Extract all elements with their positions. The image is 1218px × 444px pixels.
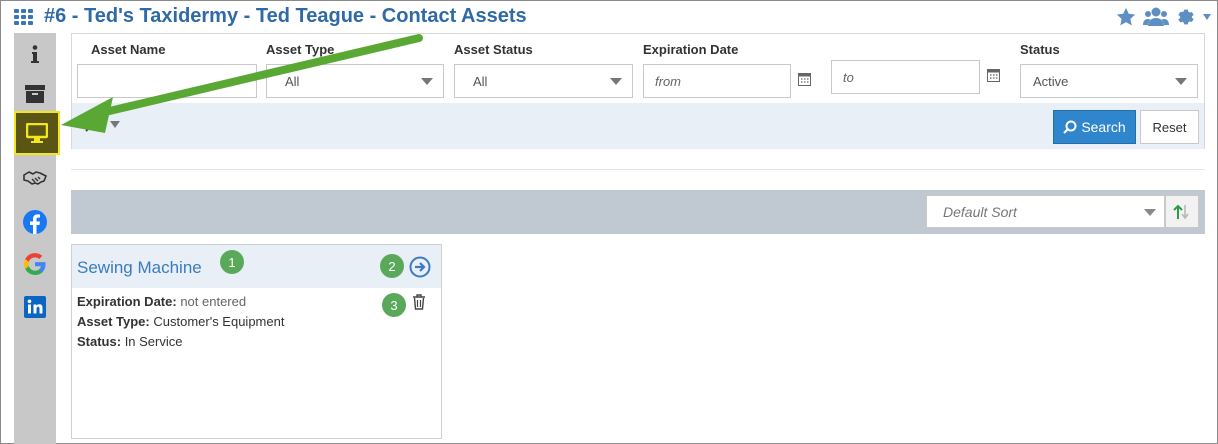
rail-item-assets[interactable] xyxy=(14,111,60,155)
asset-name-input[interactable] xyxy=(77,64,257,98)
asset-card: Sewing Machine 1 2 3 Expiration Date: no… xyxy=(71,244,442,439)
handshake-icon xyxy=(23,171,47,185)
star-icon[interactable] xyxy=(1115,6,1137,28)
tools-gear-icon xyxy=(85,117,103,132)
detail-asset-type: Asset Type: Customer's Equipment xyxy=(77,312,284,332)
detail-label: Asset Type: xyxy=(77,314,150,329)
facebook-icon xyxy=(23,210,47,234)
users-icon[interactable] xyxy=(1143,6,1169,28)
linkedin-icon xyxy=(24,296,46,318)
google-icon xyxy=(24,253,46,275)
detail-status: Status: In Service xyxy=(77,332,284,352)
asset-card-details: Expiration Date: not entered Asset Type:… xyxy=(77,292,284,352)
asset-name-label: Asset Name xyxy=(91,42,166,57)
header-actions xyxy=(1115,6,1211,28)
calendar-icon[interactable] xyxy=(987,68,1000,82)
callout-badge-1: 1 xyxy=(220,250,244,274)
asset-type-select[interactable]: All xyxy=(266,64,444,98)
asset-status-select[interactable]: All xyxy=(454,64,633,98)
callout-badge-3: 3 xyxy=(382,293,406,317)
detail-label: Expiration Date: xyxy=(77,294,177,309)
status-select[interactable]: Active xyxy=(1020,64,1198,98)
caret-down-icon xyxy=(110,120,120,128)
asset-card-header: Sewing Machine 1 2 xyxy=(72,245,441,288)
gear-icon[interactable] xyxy=(1175,6,1197,28)
status-label: Status xyxy=(1020,42,1060,57)
column-settings-menu[interactable] xyxy=(84,115,120,133)
rail-item-google[interactable] xyxy=(14,243,56,285)
trash-icon[interactable] xyxy=(412,294,426,310)
sort-bar: Default Sort xyxy=(71,190,1205,234)
reset-button[interactable]: Reset xyxy=(1140,110,1199,144)
search-button[interactable]: Search xyxy=(1053,110,1136,144)
sort-select[interactable]: Default Sort xyxy=(926,195,1165,228)
expiration-from-input[interactable]: from xyxy=(643,64,791,98)
left-rail xyxy=(14,33,60,444)
filter-panel: Asset Name Asset Type All Asset Status A… xyxy=(71,33,1205,149)
asset-type-label: Asset Type xyxy=(266,42,335,57)
divider xyxy=(71,169,1205,170)
rail-item-archive[interactable] xyxy=(14,73,56,115)
detail-value: In Service xyxy=(124,334,183,349)
open-arrow-icon[interactable] xyxy=(409,256,431,278)
expiration-to-input[interactable]: to xyxy=(831,60,980,94)
callout-badge-2: 2 xyxy=(380,254,404,278)
asset-card-title[interactable]: Sewing Machine xyxy=(77,258,202,278)
rail-item-info[interactable] xyxy=(14,33,56,75)
info-icon xyxy=(31,45,39,63)
detail-label: Status: xyxy=(77,334,122,349)
rail-item-linkedin[interactable] xyxy=(14,286,56,328)
asset-status-label: Asset Status xyxy=(454,42,533,57)
expiration-date-label: Expiration Date xyxy=(643,42,739,57)
search-icon xyxy=(1063,120,1077,134)
filter-action-bar: Search Reset xyxy=(72,103,1204,149)
apps-grid-icon[interactable] xyxy=(14,9,34,25)
search-button-label: Search xyxy=(1081,119,1126,135)
rail-item-facebook[interactable] xyxy=(14,201,56,243)
sort-direction-button[interactable] xyxy=(1165,195,1199,228)
page-title: #6 - Ted's Taxidermy - Ted Teague - Cont… xyxy=(44,5,527,27)
monitor-icon xyxy=(26,123,48,143)
detail-value: Customer's Equipment xyxy=(153,314,285,329)
title-bar: #6 - Ted's Taxidermy - Ted Teague - Cont… xyxy=(1,1,1217,33)
sort-direction-icon xyxy=(1173,204,1189,219)
detail-value: not entered xyxy=(180,294,247,309)
archive-icon xyxy=(25,85,45,103)
rail-item-deals[interactable] xyxy=(14,157,56,199)
detail-expiration: Expiration Date: not entered xyxy=(77,292,284,312)
calendar-icon[interactable] xyxy=(798,72,811,86)
caret-down-icon[interactable] xyxy=(1203,14,1211,20)
